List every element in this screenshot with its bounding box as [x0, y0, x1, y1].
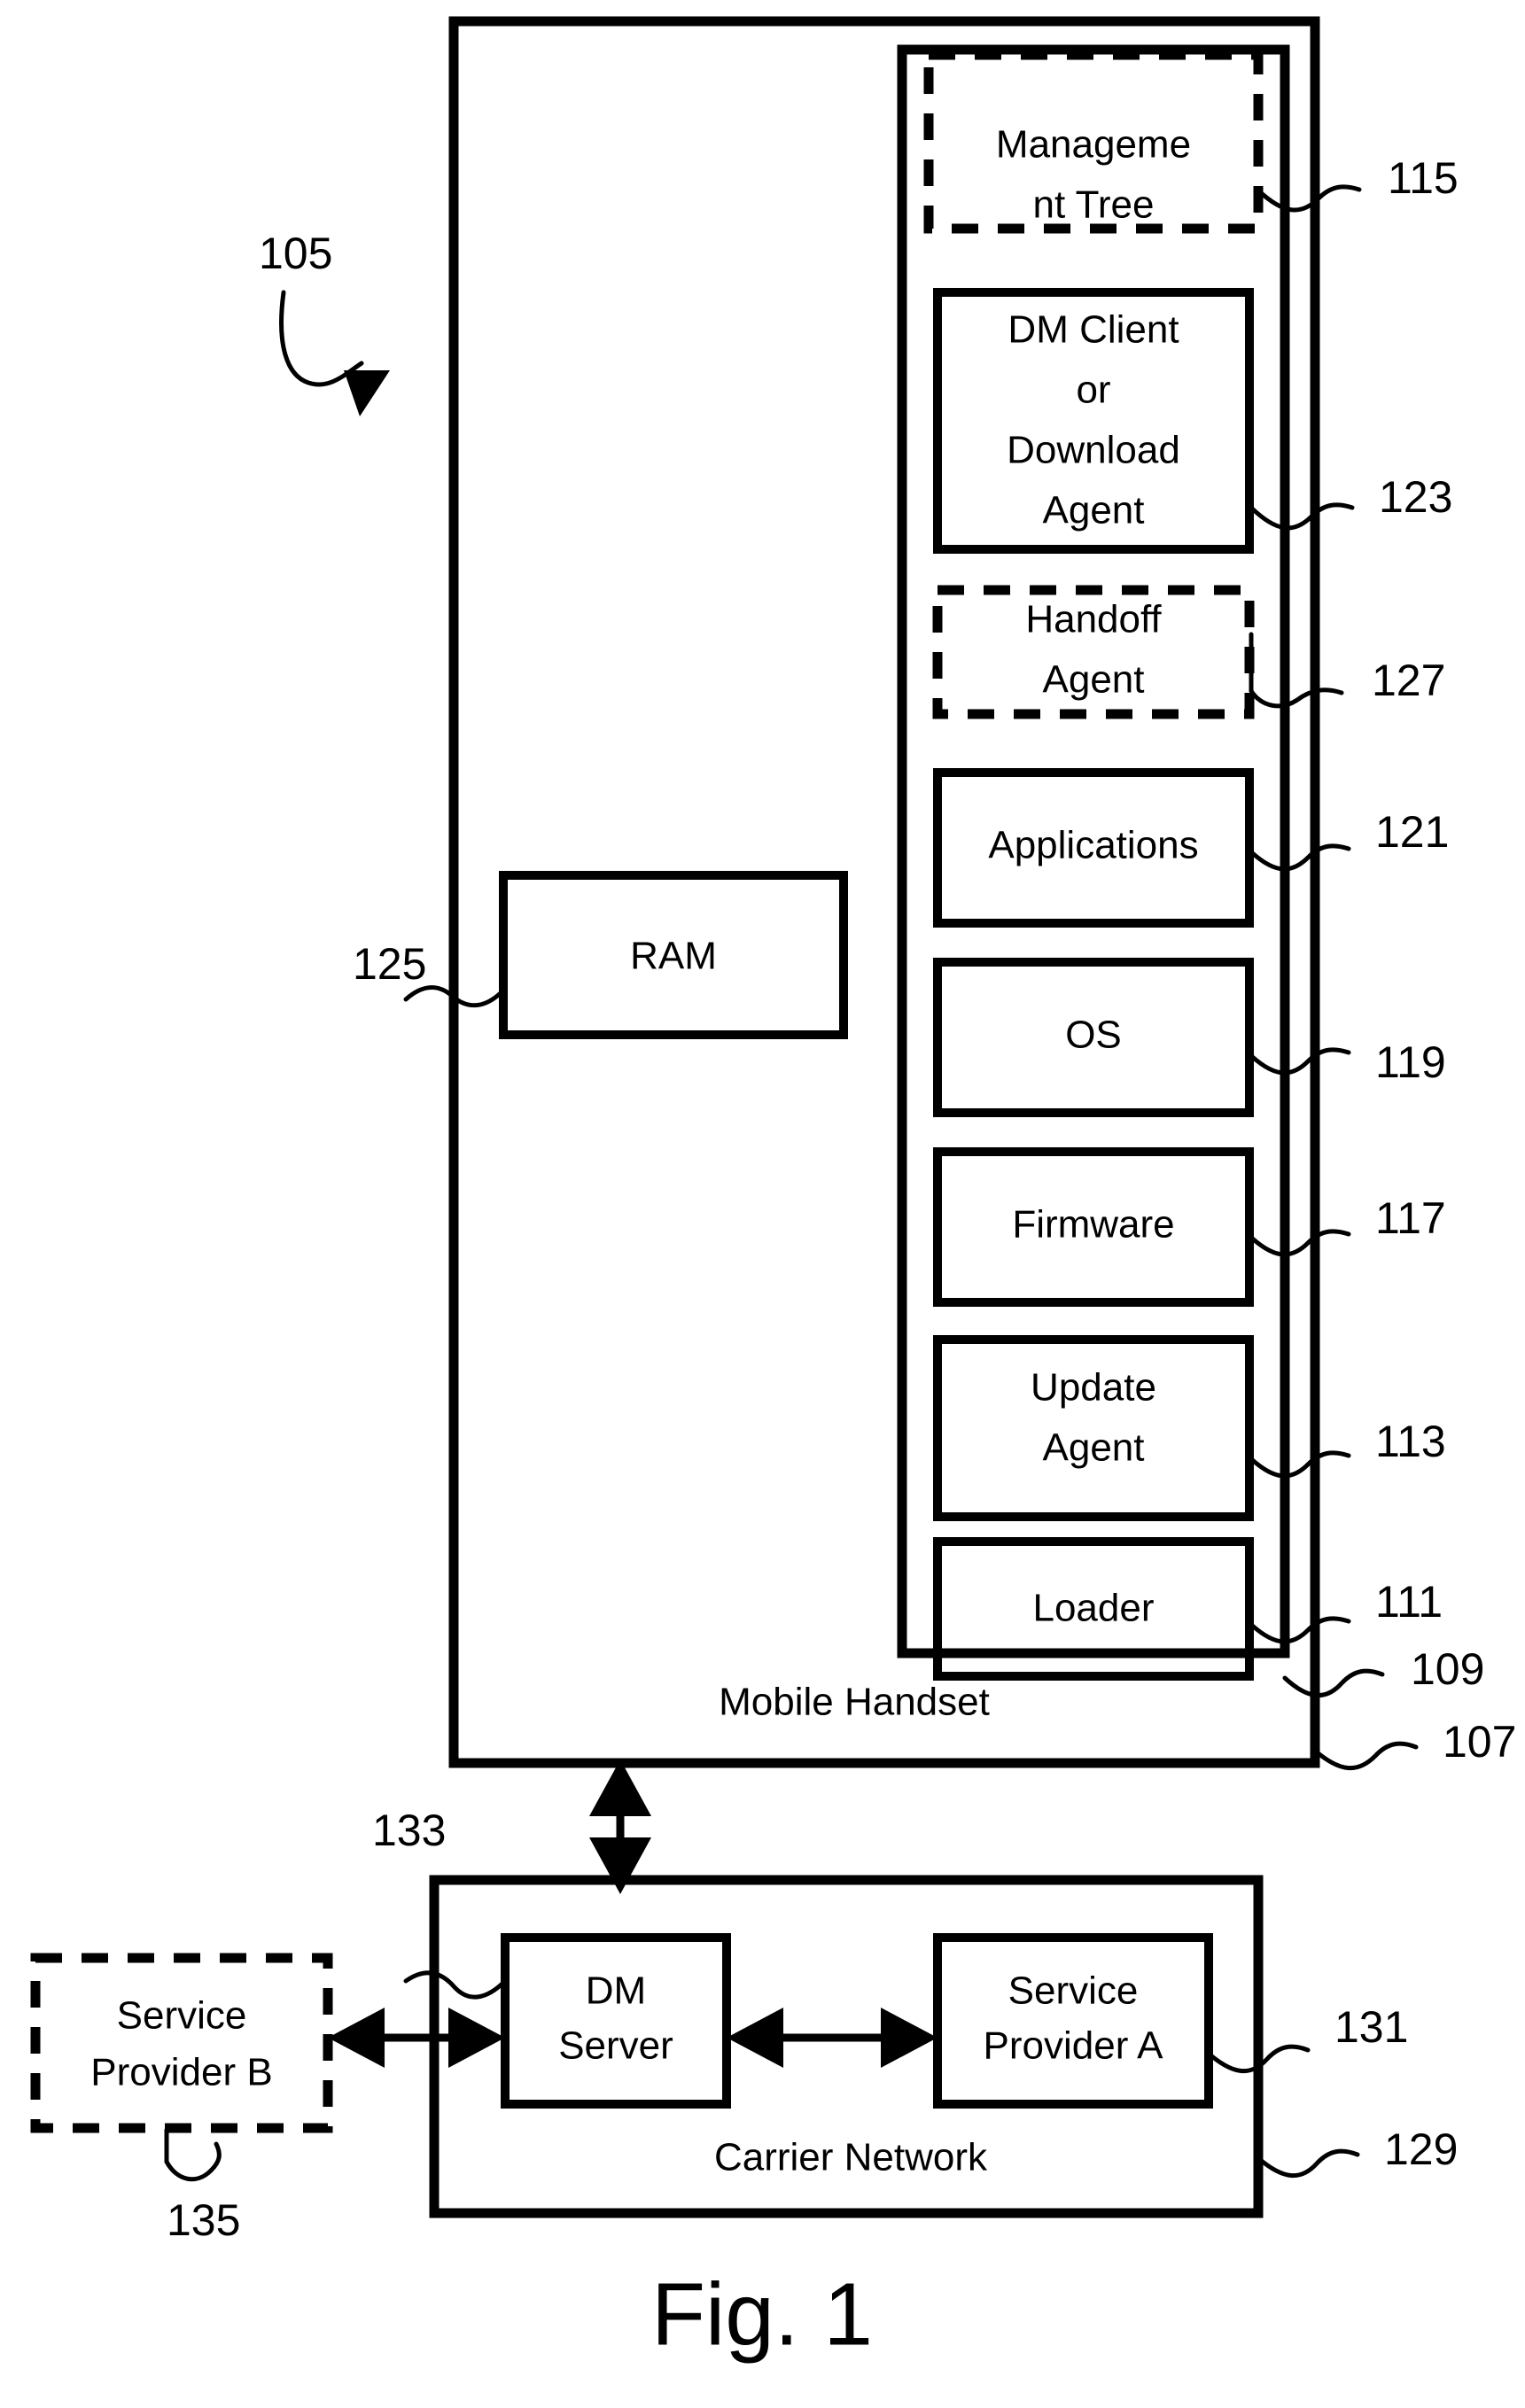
ref-number-113: 113: [1375, 1417, 1446, 1466]
service-provider-b-label-line1: Service: [117, 1994, 247, 2038]
handoff-agent-label-line2: Agent: [1043, 658, 1145, 702]
service-provider-a-label-line2: Provider A: [984, 2024, 1164, 2068]
lead-line-111: [1245, 1616, 1351, 1644]
os-label: OS: [1065, 1014, 1122, 1057]
ref-number-109: 109: [1411, 1644, 1484, 1694]
ref-number-105: 105: [259, 229, 332, 278]
ref-number-119: 119: [1375, 1037, 1446, 1087]
applications-label: Applications: [988, 824, 1198, 867]
lead-line-123: [1249, 502, 1355, 531]
service-provider-a-box: [933, 1933, 1213, 2109]
ref-number-133: 133: [372, 1806, 446, 1855]
arrowhead-105: [344, 370, 390, 416]
ref-number-111: 111: [1375, 1577, 1443, 1627]
dm-client-label-line4: Agent: [1043, 489, 1145, 532]
ref-number-107: 107: [1443, 1717, 1516, 1767]
arrowhead-left-spb: [328, 2008, 385, 2068]
arrowhead-right-spa: [881, 2008, 938, 2068]
ref-number-127: 127: [1372, 656, 1445, 705]
lead-line-107: [1312, 1741, 1419, 1770]
figure-canvas: Manageme nt Tree 115 DM Client or Downlo…: [30, 16, 1516, 2364]
ref-number-129: 129: [1384, 2124, 1458, 2174]
ref-number-121: 121: [1375, 807, 1449, 857]
lead-line-129: [1256, 2148, 1360, 2178]
lead-line-119: [1245, 1047, 1351, 1076]
service-provider-b-label-line2: Provider B: [90, 2051, 272, 2094]
carrier-network-label: Carrier Network: [714, 2136, 988, 2179]
ref-number-131: 131: [1334, 2002, 1408, 2052]
management-tree-label-line1: Manageme: [996, 123, 1191, 167]
arrowhead-up-handset: [589, 1759, 651, 1816]
ram-label: RAM: [630, 935, 717, 978]
lead-line-121: [1245, 843, 1351, 872]
ref-number-117: 117: [1375, 1193, 1446, 1243]
patent-figure-1: Manageme nt Tree 115 DM Client or Downlo…: [0, 0, 1525, 2408]
figure-caption: Fig. 1: [651, 2264, 873, 2364]
lead-line-117: [1245, 1229, 1351, 1257]
dm-client-label-line1: DM Client: [1008, 308, 1179, 352]
service-provider-a-label-line1: Service: [1008, 1969, 1139, 2013]
dm-client-label-line3: Download: [1007, 429, 1180, 472]
lead-line-135: [164, 2127, 222, 2182]
arrowhead-down-carrier: [589, 1837, 651, 1894]
arrowhead-left-dmserver: [727, 2008, 783, 2068]
lead-line-127: [1249, 632, 1344, 709]
ref-number-125: 125: [353, 939, 426, 989]
mobile-handset-outer-container: [448, 16, 1320, 1768]
lead-line-109: [1282, 1668, 1385, 1697]
dm-server-label-line1: DM: [586, 1969, 646, 2013]
lead-line-115: [1256, 184, 1362, 213]
dm-client-label-line2: or: [1076, 369, 1110, 412]
dm-server-label-line2: Server: [558, 2024, 673, 2068]
loader-label: Loader: [1032, 1587, 1154, 1630]
lead-line-133: [403, 1970, 508, 2000]
update-agent-label-line1: Update: [1031, 1366, 1156, 1410]
update-agent-label-line2: Agent: [1043, 1426, 1145, 1470]
dm-server-box: [501, 1933, 731, 2109]
arrowhead-right-dmserver: [448, 2008, 505, 2068]
ref-number-115: 115: [1388, 153, 1459, 203]
service-provider-b-box: [30, 1953, 333, 2133]
management-tree-label-line2: nt Tree: [1033, 183, 1155, 227]
handoff-agent-label-line1: Handoff: [1025, 598, 1162, 641]
ref-number-123: 123: [1379, 472, 1452, 522]
mobile-handset-label: Mobile Handset: [719, 1681, 990, 1724]
ref-number-135: 135: [167, 2195, 240, 2245]
firmware-label: Firmware: [1012, 1203, 1174, 1247]
lead-line-113: [1245, 1450, 1351, 1479]
